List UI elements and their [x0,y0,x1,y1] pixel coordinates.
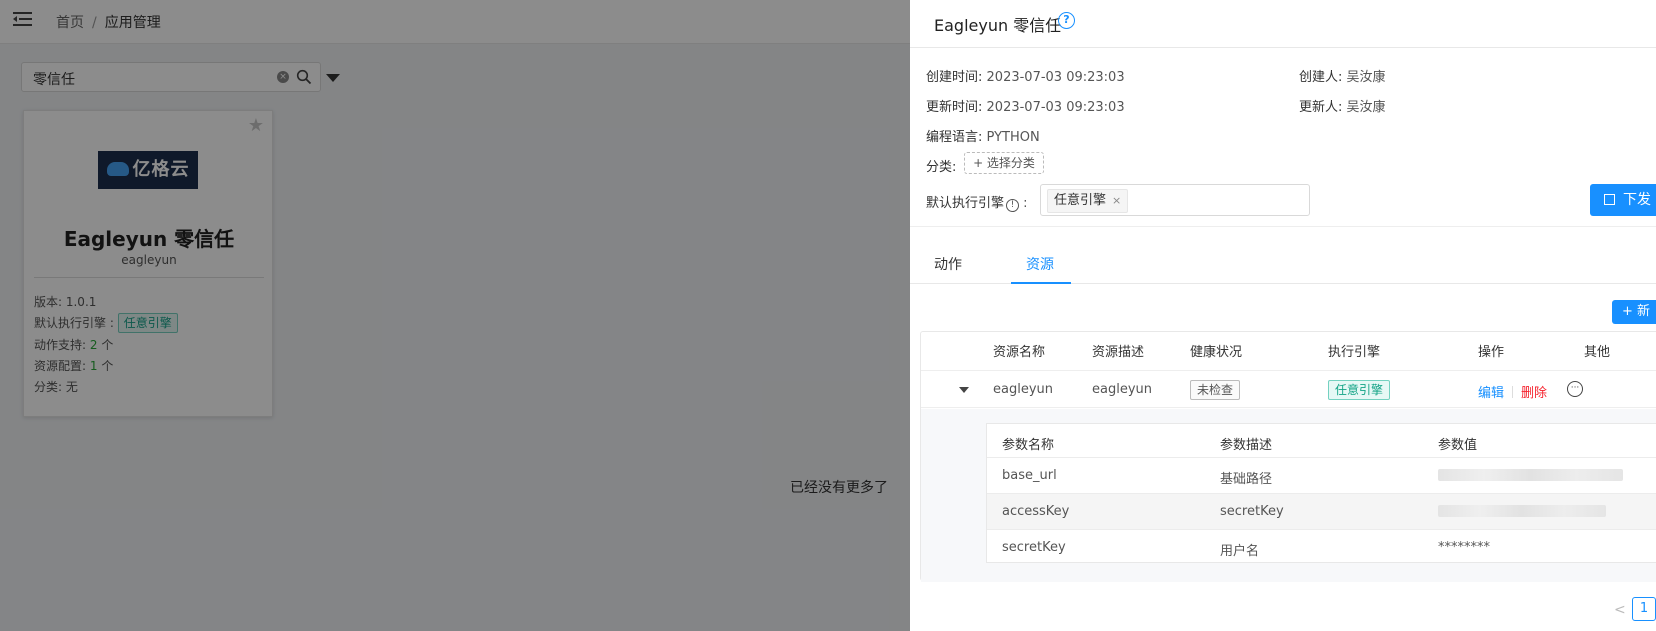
app-detail-drawer: Eagleyun 零信任 ? 创建时间: 2023-07-03 09:23:03… [910,0,1656,631]
creator-label: 创建人: [1299,70,1343,85]
param-name: secretKey [1002,540,1066,555]
default-engine-colon: : [1023,196,1028,211]
updated-time-label: 更新时间: [926,100,983,115]
new-resource-button[interactable]: + 新 [1612,300,1656,324]
delete-link[interactable]: 删除 [1521,386,1547,401]
column-header: 参数名称 [1002,438,1055,453]
close-icon[interactable]: × [1112,194,1121,207]
creator: 创建人: 吴汝康 [1299,66,1386,85]
redacted-value [1438,505,1606,517]
help-icon[interactable]: ? [1058,12,1075,29]
dispatch-label: 下发 [1623,192,1651,208]
column-header: 参数值 [1438,438,1478,453]
updater-label: 更新人: [1299,100,1343,115]
table-row: base_url 基础路径 [987,457,1656,493]
redacted-value [1438,469,1623,481]
drawer-header: Eagleyun 零信任 ? [910,0,1656,48]
param-desc: secretKey [1220,504,1284,519]
param-desc: 基础路径 [1220,472,1273,487]
tab-actions[interactable]: 动作 [934,254,962,274]
column-header: 健康状况 [1190,345,1243,360]
engine-badge: 任意引擎 [1328,380,1391,400]
drawer-title: Eagleyun 零信任 [934,16,1062,35]
created-time-value: 2023-07-03 09:23:03 [986,70,1125,85]
column-header: 资源描述 [1092,345,1145,360]
engine-chip: 任意引擎 × [1047,189,1129,213]
select-category-button[interactable]: + 选择分类 [964,152,1044,174]
engine-cell: 任意引擎 [1328,380,1391,400]
category-label-text: 分类: [926,160,957,175]
dispatch-button[interactable]: 下发 [1590,184,1656,216]
table-row: accessKey secretKey [987,493,1656,529]
updater: 更新人: 吴汝康 [1299,96,1386,115]
info-icon[interactable]: ! [1006,199,1020,212]
column-header: 执行引擎 [1328,345,1381,360]
category-label: 分类: [926,156,956,175]
programming-language: 编程语言: PYTHON [926,126,1040,145]
updater-value: 吴汝康 [1346,100,1386,115]
updated-time: 更新时间: 2023-07-03 09:23:03 [926,96,1125,115]
edit-link[interactable]: 编辑 [1478,386,1504,401]
language-label: 编程语言: [926,130,983,145]
param-value: ******** [1438,540,1490,555]
active-tab-indicator [1011,282,1071,284]
creator-value: 吴汝康 [1346,70,1386,85]
language-value: PYTHON [986,130,1040,145]
default-engine-label: 默认执行引擎! : [926,192,1028,212]
default-engine-label-text: 默认执行引擎 [926,196,1005,211]
column-header: 参数描述 [1220,438,1273,453]
param-name: accessKey [1002,504,1070,519]
pagination-page-1[interactable]: 1 [1632,597,1656,621]
param-desc: 用户名 [1220,544,1260,559]
resource-desc: eagleyun [1092,382,1152,397]
updated-time-value: 2023-07-03 09:23:03 [986,100,1125,115]
pagination-prev[interactable]: < [1614,602,1626,618]
param-name: base_url [1002,468,1057,483]
divider [910,226,1656,227]
collapse-caret-icon[interactable] [959,387,969,393]
divider [1512,386,1514,398]
row-actions: 编辑 删除 [1478,382,1547,401]
column-header: 资源名称 [993,345,1046,360]
health-status: 未检查 [1190,380,1241,400]
table-row: secretKey 用户名 ******** [987,529,1656,565]
column-header: 其他 [1584,345,1611,360]
table-row: eagleyun eagleyun 未检查 任意引擎 编辑 删除 ··· [921,370,1656,408]
param-table: 参数名称 参数描述 参数值 base_url 基础路径 accessKey se… [986,423,1656,563]
column-header: 操作 [1478,345,1505,360]
default-engine-select[interactable]: 任意引擎 × [1040,184,1310,216]
more-icon[interactable]: ··· [1567,381,1583,397]
engine-chip-label: 任意引擎 [1054,193,1107,208]
copy-icon [1604,194,1615,205]
resource-name: eagleyun [993,382,1053,397]
created-time-label: 创建时间: [926,70,983,85]
tab-resources[interactable]: 资源 [1026,254,1054,274]
health-badge: 未检查 [1190,380,1241,400]
detail-tabs: 动作 资源 [910,250,1656,284]
resource-table: 资源名称 资源描述 健康状况 执行引擎 操作 其他 eagleyun eagle… [920,331,1656,582]
created-time: 创建时间: 2023-07-03 09:23:03 [926,66,1125,85]
expanded-row: 参数名称 参数描述 参数值 base_url 基础路径 accessKey se… [921,409,1656,582]
